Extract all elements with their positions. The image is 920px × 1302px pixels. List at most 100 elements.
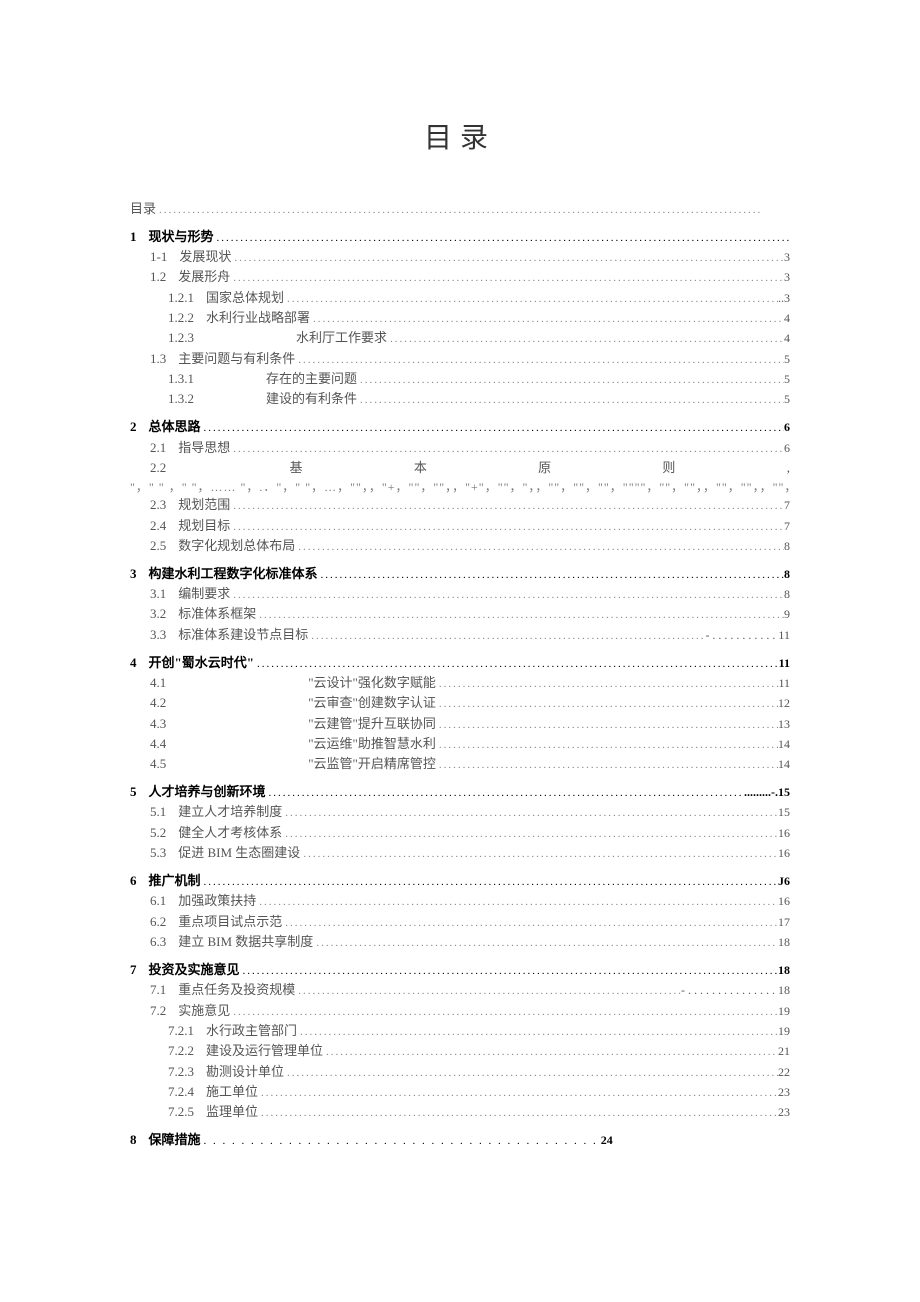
toc-label-seg: 原: [538, 459, 551, 477]
toc-page: 12: [778, 695, 790, 711]
toc-page: 11: [778, 675, 790, 691]
toc-entry: 7.2实施意见.................................…: [150, 1002, 790, 1020]
toc-number: 1-1: [150, 248, 179, 266]
toc-label: 水行政主管部门: [206, 1022, 297, 1040]
toc-number: 5.1: [150, 803, 178, 821]
toc-page: 13: [778, 716, 790, 732]
toc-entry: 1.3.1存在的主要问题............................…: [168, 370, 790, 388]
toc-page: 6: [784, 419, 790, 435]
toc-page: 8: [784, 566, 790, 582]
toc-label: 发展形舟: [178, 268, 230, 286]
toc-label: 水利厅工作要求: [206, 329, 387, 347]
toc-label: 施工单位: [206, 1083, 258, 1101]
toc-number: 1.2.1: [168, 289, 206, 307]
toc-label: 水利行业战略部署: [206, 309, 310, 327]
toc-leader-dots: ........................................…: [230, 499, 784, 514]
toc-label-seg: 本: [414, 459, 427, 477]
toc-number: 7.2.3: [168, 1063, 206, 1081]
toc-label: 主要问题与有利条件: [178, 350, 295, 368]
toc-entry: 7.2.5监理单位...............................…: [168, 1103, 790, 1121]
toc-leader-dots: ........................................…: [258, 1086, 778, 1101]
toc-leader-dots: ........................................…: [282, 916, 778, 931]
toc-label: 目录: [130, 200, 156, 218]
toc-number: 5: [130, 783, 149, 801]
toc-leader-dots: ........................................…: [230, 271, 784, 286]
toc-leader-dots: ........................................…: [230, 1005, 778, 1020]
toc-entry: 4.3"云建管"提升互联协同..........................…: [150, 715, 790, 733]
toc-number: 7.2.1: [168, 1022, 206, 1040]
toc-leader-dots: ........................................…: [295, 984, 681, 999]
toc-entry: 6.3建立 BIM 数据共享制度........................…: [150, 933, 790, 951]
toc-leader-dots: ........................................…: [231, 251, 784, 266]
toc-entry: 2.4规划目标.................................…: [150, 517, 790, 535]
toc-number: 7.1: [150, 981, 178, 999]
toc-number: 1.3.1: [168, 370, 206, 388]
toc-label: 建立人才培养制度: [178, 803, 282, 821]
toc-label: 建设及运行管理单位: [206, 1042, 323, 1060]
toc-page: 15: [778, 804, 790, 820]
toc-label: 标准体系框架: [178, 605, 256, 623]
toc-leader-dots: ........................................…: [256, 608, 784, 623]
toc-number: 7: [130, 961, 149, 979]
toc-page: 23: [778, 1084, 790, 1100]
toc-entry: 4.1"云设计"强化数字赋能..........................…: [150, 674, 790, 692]
toc-entry: 4.5"云监管"开启精席管控..........................…: [150, 755, 790, 773]
toc-page: 14: [778, 756, 790, 772]
toc-entry: 6.2重点项目试点示范.............................…: [150, 913, 790, 931]
toc-page: - . . . . . . . . . . . 11: [705, 627, 790, 643]
toc-number: 2.4: [150, 517, 178, 535]
toc-leader-dots: ........................................…: [357, 393, 784, 408]
toc-entry: 目录......................................…: [130, 200, 790, 218]
toc-leader-dots: ........................................…: [284, 292, 778, 307]
toc-label: 现状与形势: [149, 228, 214, 246]
toc-page: .........-.15: [744, 784, 790, 800]
toc-label: 监理单位: [206, 1103, 258, 1121]
toc-label: 数字化规划总体布局: [178, 537, 295, 555]
toc-number: 4.5: [150, 755, 178, 773]
toc-number: 1.3.2: [168, 390, 206, 408]
toc-entry: 1现状与形势..................................…: [130, 228, 790, 246]
toc-page: 23: [778, 1104, 790, 1120]
toc-page: 8: [784, 586, 790, 602]
toc-entry: 3.2标准体系框架...............................…: [150, 605, 790, 623]
toc-label: 重点任务及投资规模: [178, 981, 295, 999]
table-of-contents: 目录......................................…: [130, 200, 790, 1149]
toc-leader-dots: ........................................…: [313, 936, 778, 951]
toc-entry: 4.2"云审查"创建数字认证..........................…: [150, 694, 790, 712]
toc-number: 1: [130, 228, 149, 246]
toc-entry: 1.2.3水利厅工作要求............................…: [168, 329, 790, 347]
toc-label: 促进 BIM 生态圈建设: [178, 844, 300, 862]
toc-label: 存在的主要问题: [206, 370, 357, 388]
toc-leader-dots: ........................................…: [308, 629, 705, 644]
toc-page: J6: [778, 873, 790, 889]
toc-page: 19: [778, 1023, 790, 1039]
toc-entry: 2.3规划范围.................................…: [150, 496, 790, 514]
toc-page: - . . . . . . . . . . . . . . . 18: [681, 982, 790, 998]
toc-entry: 3构建水利工程数字化标准体系..........................…: [130, 565, 790, 583]
toc-entry: 2.1指导思想.................................…: [150, 439, 790, 457]
toc-number: 6: [130, 872, 149, 890]
toc-label: 国家总体规划: [206, 289, 284, 307]
toc-entry: 1.2.1国家总体规划.............................…: [168, 289, 790, 307]
toc-leader-dots: ........................................…: [436, 758, 778, 773]
toc-label: 投资及实施意见: [149, 961, 240, 979]
toc-entry: 6推广机制...................................…: [130, 872, 790, 890]
toc-entry: 2总体思路...................................…: [130, 418, 790, 436]
toc-number: 2: [130, 418, 149, 436]
toc-entry: 1.3主要问题与有利条件............................…: [150, 350, 790, 368]
toc-number: 2.3: [150, 496, 178, 514]
toc-entry: 8保障措施. . . . . . . . . . . . . . . . . .…: [130, 1131, 790, 1149]
toc-number: 3: [130, 565, 149, 583]
toc-leader-dots: ........................................…: [357, 373, 784, 388]
toc-page: 8: [784, 538, 790, 554]
toc-page: 7: [784, 518, 790, 534]
toc-page: 5: [784, 371, 790, 387]
toc-leader-dots: ........................................…: [256, 895, 778, 910]
toc-entry: 7.2.1水行政主管部门............................…: [168, 1022, 790, 1040]
toc-leader-dots: ........................................…: [295, 540, 784, 555]
toc-label: 构建水利工程数字化标准体系: [149, 565, 318, 583]
toc-label: 总体思路: [149, 418, 201, 436]
toc-label: "云建管"提升互联协同: [178, 715, 436, 733]
toc-number: 6.2: [150, 913, 178, 931]
toc-label: 标准体系建设节点目标: [178, 626, 308, 644]
